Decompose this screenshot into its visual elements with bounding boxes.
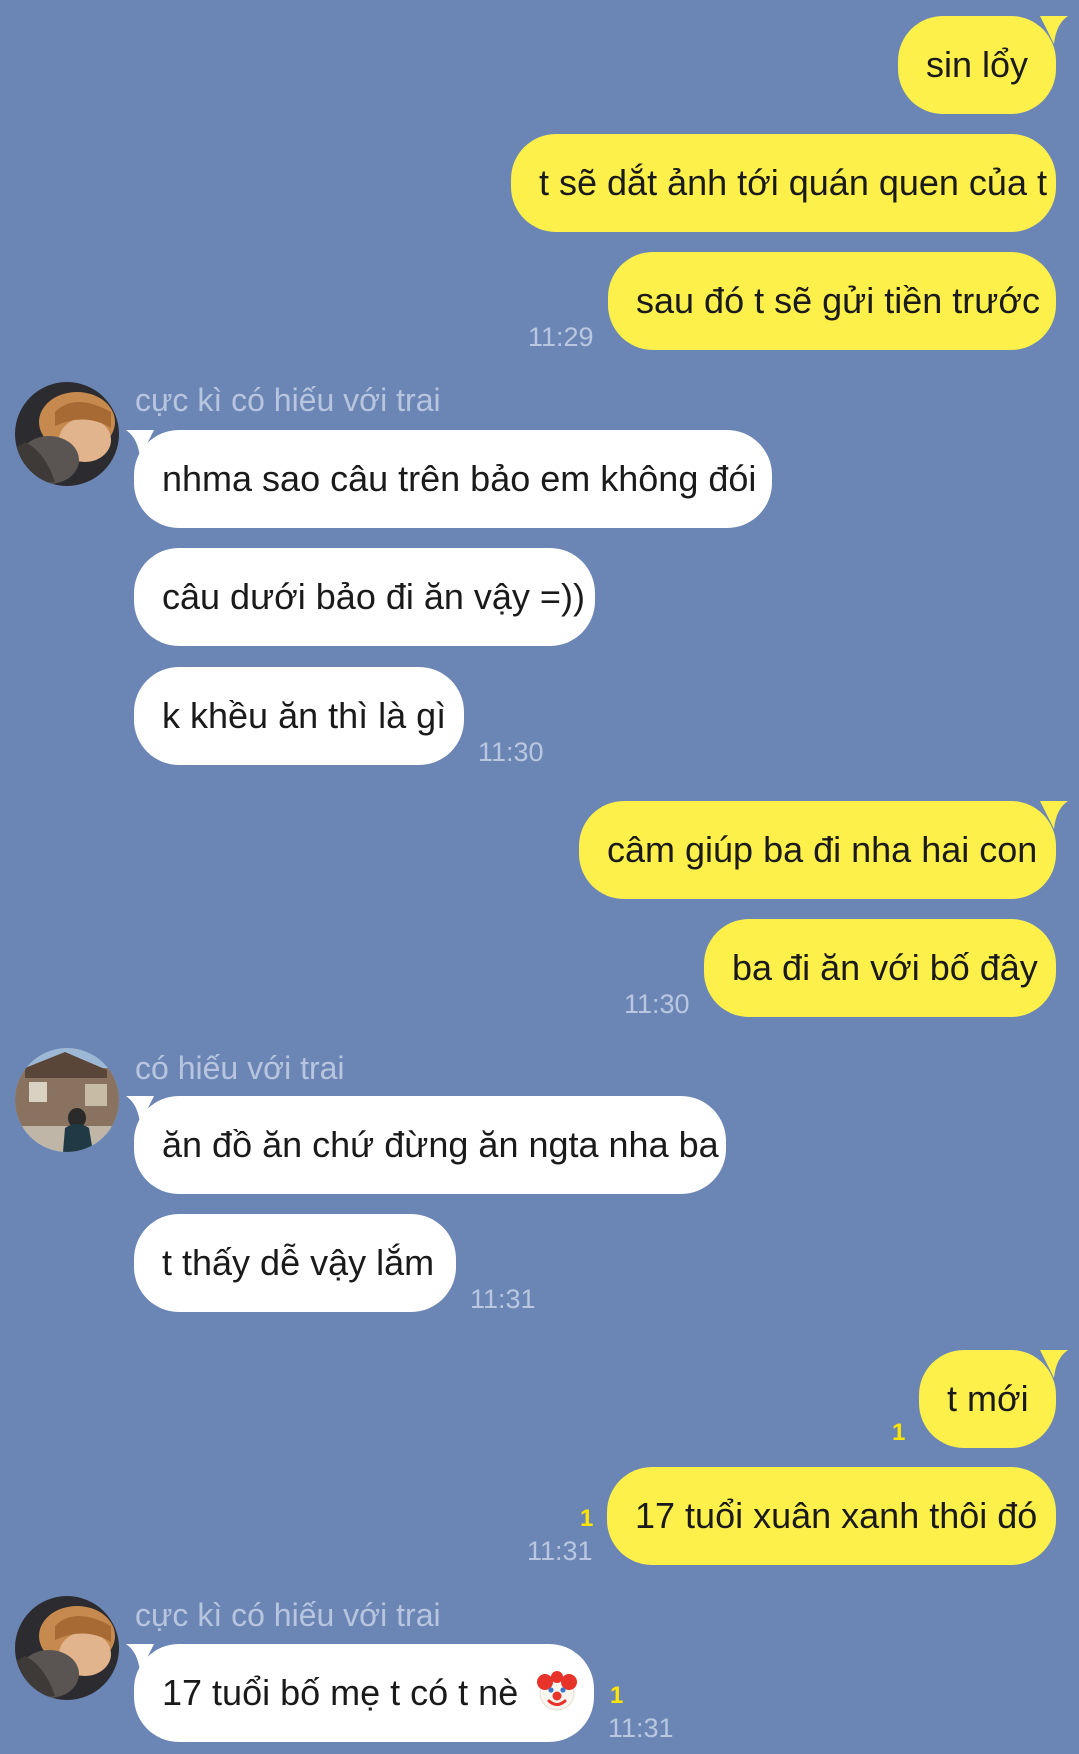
sent-message-bubble[interactable]: sin lổy — [898, 16, 1056, 114]
message-timestamp: 11:30 — [478, 737, 544, 767]
message-timestamp: 11:31 — [470, 1284, 536, 1314]
received-message-bubble[interactable]: k khều ăn thì là gì — [134, 667, 464, 765]
bubble-tail — [126, 1096, 154, 1124]
unread-count: 1 — [580, 1505, 594, 1532]
message-text: t sẽ dắt ảnh tới quán quen của t — [539, 162, 1047, 203]
avatar-photo-icon — [15, 382, 119, 486]
message-text: câu dưới bảo đi ăn vậy =)) — [162, 576, 585, 617]
sent-message-bubble[interactable]: 17 tuổi xuân xanh thôi đó — [607, 1467, 1056, 1565]
sender-name: cực kì có hiếu với trai — [135, 1597, 441, 1633]
message-timestamp: 11:31 — [608, 1713, 674, 1743]
message-text: ăn đồ ăn chứ đừng ăn ngta nha ba — [162, 1124, 719, 1165]
unread-count: 1 — [892, 1419, 906, 1446]
received-message-bubble[interactable]: 17 tuổi bố mẹ t có t nè — [134, 1644, 594, 1742]
message-timestamp: 11:29 — [528, 322, 594, 352]
bubble-tail — [1040, 801, 1068, 829]
bubble-tail — [126, 430, 154, 458]
message-text: k khều ăn thì là gì — [162, 695, 447, 736]
sender-avatar[interactable] — [15, 382, 119, 486]
message-timestamp: 11:31 — [527, 1536, 593, 1566]
received-message-bubble[interactable]: nhma sao câu trên bảo em không đói — [134, 430, 772, 528]
sender-name: có hiếu với trai — [135, 1050, 345, 1086]
sent-message-bubble[interactable]: sau đó t sẽ gửi tiền trước — [608, 252, 1056, 350]
unread-count: 1 — [610, 1682, 624, 1709]
message-text: t thấy dễ vậy lắm — [162, 1242, 435, 1283]
message-text: 17 tuổi bố mẹ t có t nè — [162, 1672, 519, 1713]
message-text: sin lổy — [926, 44, 1029, 85]
message-text: sau đó t sẽ gửi tiền trước — [636, 280, 1040, 321]
sender-name: cực kì có hiếu với trai — [135, 382, 441, 418]
bubble-tail — [1040, 1350, 1068, 1378]
sender-avatar[interactable] — [15, 1596, 119, 1700]
received-message-bubble[interactable]: ăn đồ ăn chứ đừng ăn ngta nha ba — [134, 1096, 726, 1194]
received-message-bubble[interactable]: t thấy dễ vậy lắm — [134, 1214, 456, 1312]
message-text: t mới — [947, 1378, 1029, 1419]
message-text: 17 tuổi xuân xanh thôi đó — [635, 1495, 1038, 1536]
received-message-bubble[interactable]: câu dưới bảo đi ăn vậy =)) — [134, 548, 595, 646]
sent-message-bubble[interactable]: ba đi ăn với bố đây — [704, 919, 1056, 1017]
sender-avatar[interactable] — [15, 1048, 119, 1152]
message-text: câm giúp ba đi nha hai con — [607, 829, 1038, 870]
avatar-photo-icon — [15, 1596, 119, 1700]
message-text: nhma sao câu trên bảo em không đói — [162, 458, 757, 499]
bubble-tail — [126, 1644, 154, 1672]
message-text: ba đi ăn với bố đây — [732, 947, 1038, 988]
message-timestamp: 11:30 — [624, 989, 690, 1019]
clown-face-icon — [537, 1671, 578, 1711]
bubble-tail — [1040, 16, 1068, 44]
avatar-photo-icon — [15, 1048, 119, 1152]
sent-message-bubble[interactable]: t mới — [919, 1350, 1056, 1448]
sent-message-bubble[interactable]: câm giúp ba đi nha hai con — [579, 801, 1056, 899]
sent-message-bubble[interactable]: t sẽ dắt ảnh tới quán quen của t — [511, 134, 1056, 232]
